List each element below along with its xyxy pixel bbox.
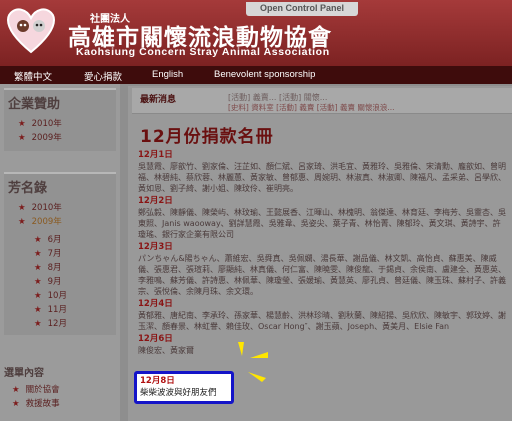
spark-icon	[238, 342, 268, 382]
sponsor-section: 企業贊助 ★ 2010年 ★ 2009年	[4, 88, 116, 151]
top-nav: 繁體中文 愛心捐款 English Benevolent sponsorship	[0, 66, 512, 84]
star-icon: ★	[34, 305, 42, 315]
menu-item-rescue-stories[interactable]: ★ 救援故事	[12, 397, 116, 411]
news-label: 最新消息	[140, 95, 177, 105]
sponsor-heading: 企業贊助	[8, 97, 61, 112]
donors-year-2010[interactable]: ★ 2010年	[18, 201, 116, 215]
news-bar: 最新消息 [活動] 義賣... [活動] 關懷... [史料] 資料室 [活動]…	[132, 88, 512, 114]
news-sub-text[interactable]: [史料] 資料室 [活動] 義賣 [活動] 義賣 關懷浪浪...	[228, 102, 395, 113]
entry-date: 12月3日	[138, 242, 173, 252]
org-english-name: Kaohsiung Concern Stray Animal Associati…	[76, 46, 330, 58]
donors-month-item[interactable]: ★ 10月	[34, 289, 116, 303]
highlight-date: 12月8日	[140, 376, 175, 386]
star-icon: ★	[34, 235, 42, 245]
star-icon: ★	[34, 249, 42, 259]
entry-names: パンちゃん&陽ちゃん、蕭維宏、吳舜真、吳佩嫻、湯長華、謝品儀、林文凱、高怡貞、蘇…	[138, 254, 506, 296]
nav-item-donate[interactable]: 愛心捐款	[84, 69, 122, 83]
nav-item-benevolent-sponsorship[interactable]: Benevolent sponsorship	[214, 69, 315, 80]
donors-month-item[interactable]: ★ 7月	[34, 247, 116, 261]
sidebar: 企業贊助 ★ 2010年 ★ 2009年 芳名錄 ★ 2010年 ★ 2009年 ★ 6月…	[0, 84, 120, 421]
donors-month-item[interactable]: ★ 11月	[34, 303, 116, 317]
star-icon: ★	[34, 277, 42, 287]
donors-year-2009[interactable]: ★ 2009年	[18, 215, 116, 229]
star-icon: ★	[18, 133, 26, 143]
entry-names: 陳俊宏、黃家爾	[138, 346, 194, 355]
entry-names: 黃郁雅、唐紀南、李承玲、孫家華、楊慧齡、洪林珍晴、劉秋蘭、陳紹揚、吳欣欣、陳敏宇…	[138, 311, 506, 331]
star-icon: ★	[34, 319, 42, 329]
nav-item-english[interactable]: English	[152, 69, 183, 80]
entry-names: 吳慧霞、廖歆竹、劉家倫、汪芷如、顏仁斌、呂家琦、洪毛宜、黃雅玲、吳雅倫、宋清勳、…	[138, 162, 506, 193]
star-icon: ★	[18, 203, 26, 213]
logo-icon[interactable]	[6, 6, 56, 56]
nav-item-traditional-chinese[interactable]: 繁體中文	[14, 69, 52, 83]
donors-month-item[interactable]: ★ 12月	[34, 317, 116, 331]
selected-menu-section: 選單內容 ★ 關於協會 ★ 救援故事	[4, 362, 116, 411]
entry-date: 12月1日	[138, 150, 173, 160]
donor-list: 12月1日 吳慧霞、廖歆竹、劉家倫、汪芷如、顏仁斌、呂家琦、洪毛宜、黃雅玲、吳雅…	[138, 150, 506, 358]
star-icon: ★	[34, 291, 42, 301]
selected-menu-heading: 選單內容	[4, 368, 44, 379]
star-icon: ★	[18, 119, 26, 129]
page-title: 12月份捐款名冊	[140, 127, 274, 147]
site-header: Open Control Panel 社團法人 高雄市關懷流浪動物協會 Kaoh…	[0, 0, 512, 66]
star-icon: ★	[34, 263, 42, 273]
highlighted-entry[interactable]: 12月8日 柴柴波波與好朋友們	[134, 371, 234, 404]
star-icon: ★	[12, 399, 20, 409]
star-icon: ★	[18, 217, 26, 227]
entry-names: 鄭弘毅、陳靜儀、陳榮屿、林玟瑜、王懿展香、江暉山、林槐明、翁傑達、林育廷、李梅芳…	[138, 208, 506, 239]
highlight-text: 柴柴波波與好朋友們	[140, 388, 217, 398]
donors-section: 芳名錄 ★ 2010年 ★ 2009年 ★ 6月 ★ 7月 ★ 8月 ★ 9月 ★ 10月 ★…	[4, 172, 116, 335]
sponsor-item-2009[interactable]: ★ 2009年	[18, 131, 116, 145]
donors-month-item[interactable]: ★ 9月	[34, 275, 116, 289]
menu-item-about[interactable]: ★ 關於協會	[12, 383, 116, 397]
donors-heading: 芳名錄	[8, 181, 48, 196]
sponsor-item-2010[interactable]: ★ 2010年	[18, 117, 116, 131]
entry-date: 12月2日	[138, 196, 173, 206]
entry-date: 12月6日	[138, 334, 173, 344]
donors-month-item[interactable]: ★ 6月	[34, 233, 116, 247]
open-control-panel-button[interactable]: Open Control Panel	[246, 2, 359, 16]
donors-month-item[interactable]: ★ 8月	[34, 261, 116, 275]
star-icon: ★	[12, 385, 20, 395]
entry-date: 12月4日	[138, 299, 173, 309]
